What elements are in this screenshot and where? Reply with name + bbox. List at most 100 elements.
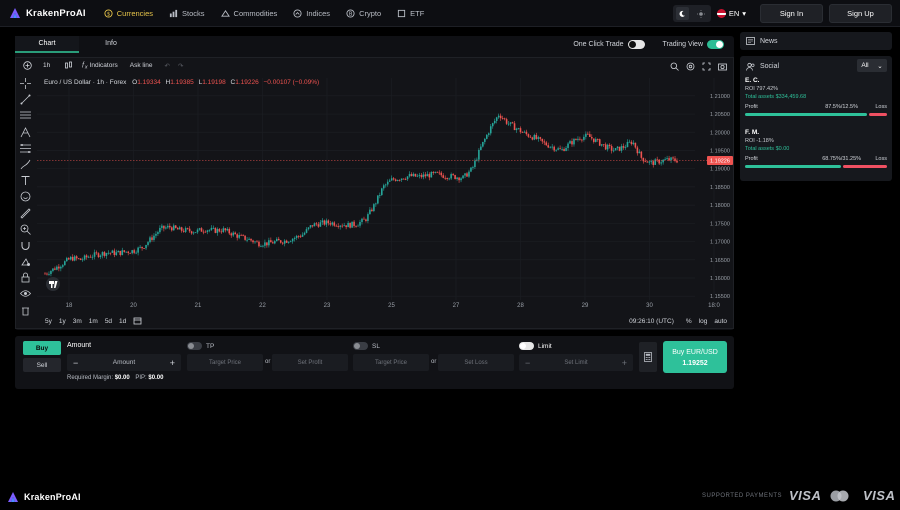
limit-stepper[interactable]: − Set Limit + bbox=[519, 354, 633, 371]
range-1d[interactable]: 1d bbox=[119, 318, 126, 325]
tab-chart[interactable]: Chart bbox=[15, 36, 79, 53]
redo-icon[interactable]: ↷ bbox=[178, 62, 183, 70]
nav-item-crypto[interactable]: B Crypto bbox=[346, 9, 381, 18]
toggle-switch[interactable] bbox=[187, 342, 202, 350]
trend-line-icon[interactable] bbox=[20, 94, 31, 105]
brand-logo[interactable]: KrakenProAI bbox=[8, 6, 86, 20]
candle-body bbox=[462, 175, 464, 179]
fullscreen-icon[interactable] bbox=[702, 62, 711, 70]
news-label: News bbox=[760, 37, 778, 45]
horizontal-lines-icon[interactable] bbox=[20, 110, 31, 121]
text-tool-icon[interactable] bbox=[20, 175, 31, 186]
indicators-button[interactable]: ƒx Indicators bbox=[81, 61, 118, 70]
candle-body bbox=[668, 158, 670, 161]
lock-icon[interactable] bbox=[20, 272, 31, 283]
tp-target-price-input[interactable]: Target Price bbox=[187, 354, 263, 371]
percent-scale-button[interactable]: % bbox=[686, 318, 692, 325]
minus-icon[interactable]: − bbox=[525, 358, 530, 368]
toggle-switch[interactable] bbox=[627, 40, 645, 49]
sign-up-button[interactable]: Sign Up bbox=[829, 4, 892, 23]
candle-body bbox=[640, 151, 643, 158]
set-profit-input[interactable]: Set Profit bbox=[272, 354, 348, 371]
toggle-switch[interactable] bbox=[353, 342, 368, 350]
tab-info[interactable]: Info bbox=[79, 36, 143, 53]
log-scale-button[interactable]: log bbox=[699, 318, 708, 325]
trash-icon[interactable] bbox=[20, 305, 31, 316]
interval-selector[interactable]: 1h bbox=[43, 62, 50, 69]
theme-toggle[interactable] bbox=[672, 5, 711, 22]
x-tick-label: 20 bbox=[130, 303, 137, 309]
minus-icon[interactable]: − bbox=[73, 358, 78, 368]
range-5d[interactable]: 5d bbox=[105, 318, 112, 325]
candle-body bbox=[139, 246, 141, 248]
candle-body bbox=[127, 251, 130, 253]
camera-icon[interactable] bbox=[718, 62, 727, 70]
undo-icon[interactable]: ↶ bbox=[165, 62, 170, 70]
plus-icon[interactable]: + bbox=[622, 358, 627, 368]
ruler-icon[interactable] bbox=[20, 207, 31, 219]
candle-body bbox=[484, 138, 486, 142]
magnet-icon[interactable] bbox=[20, 240, 31, 251]
nav-item-currencies[interactable]: $ Currencies bbox=[104, 9, 153, 18]
set-loss-input[interactable]: Set Loss bbox=[438, 354, 514, 371]
one-click-trade-toggle[interactable]: One Click Trade bbox=[573, 40, 645, 49]
add-symbol-icon[interactable] bbox=[23, 61, 32, 70]
sell-tab[interactable]: Sell bbox=[23, 358, 61, 372]
plus-icon[interactable]: + bbox=[170, 358, 175, 368]
candle-body bbox=[638, 151, 641, 154]
footer-logo[interactable]: KrakenProAI bbox=[6, 490, 81, 504]
trader-card[interactable]: E. C. ROI 797.42% Total assets $334,459.… bbox=[745, 77, 887, 116]
toggle-switch[interactable] bbox=[707, 40, 724, 49]
nav-item-stocks[interactable]: Stocks bbox=[169, 9, 205, 18]
settings-icon[interactable] bbox=[686, 62, 695, 70]
nav-item-commodities[interactable]: Commodities bbox=[220, 9, 277, 18]
emoji-icon[interactable] bbox=[20, 191, 31, 202]
search-icon[interactable] bbox=[670, 62, 679, 71]
pitchfork-icon[interactable] bbox=[20, 126, 31, 138]
ask-line-button[interactable]: Ask line bbox=[130, 62, 153, 69]
trading-view-toggle[interactable]: Trading View bbox=[663, 40, 724, 49]
nav-item-indices[interactable]: Indices bbox=[293, 9, 330, 18]
news-header[interactable]: News bbox=[740, 32, 892, 50]
sl-toggle[interactable]: SL bbox=[353, 342, 380, 350]
sign-in-button[interactable]: Sign In bbox=[760, 4, 823, 23]
candle-body bbox=[598, 139, 601, 146]
profit-bar bbox=[745, 165, 841, 168]
sun-icon[interactable] bbox=[695, 7, 708, 20]
fib-retracement-icon[interactable] bbox=[20, 143, 31, 154]
amount-stepper[interactable]: − Amount + bbox=[67, 354, 181, 371]
amount-input[interactable]: Amount bbox=[113, 359, 135, 366]
calculator-button[interactable] bbox=[639, 342, 657, 372]
calendar-icon[interactable] bbox=[133, 316, 142, 327]
candle-body bbox=[622, 146, 625, 148]
limit-toggle[interactable]: Limit bbox=[519, 342, 552, 350]
candles-icon[interactable] bbox=[64, 61, 73, 70]
toggle-switch[interactable] bbox=[519, 342, 534, 350]
top-navigation: KrakenProAI $ Currencies Stocks Commodit… bbox=[0, 0, 900, 27]
sl-target-price-input[interactable]: Target Price bbox=[353, 354, 429, 371]
candle-body bbox=[103, 252, 106, 256]
price-chart[interactable]: 1.21000 1.20500 1.20000 1.19500 1.19000 1.185… bbox=[37, 78, 734, 314]
candle-body bbox=[434, 171, 437, 173]
brush-icon[interactable] bbox=[20, 159, 31, 170]
zoom-in-icon[interactable] bbox=[20, 224, 31, 235]
eye-icon[interactable] bbox=[20, 288, 31, 299]
range-3m[interactable]: 3m bbox=[73, 318, 82, 325]
range-5y[interactable]: 5y bbox=[45, 318, 52, 325]
moon-icon[interactable] bbox=[675, 7, 689, 20]
social-filter-select[interactable]: All ⌄ bbox=[857, 59, 887, 72]
range-1y[interactable]: 1y bbox=[59, 318, 66, 325]
nav-item-etf[interactable]: ETF bbox=[397, 9, 424, 18]
lock-drawings-icon[interactable] bbox=[20, 256, 31, 267]
trader-card[interactable]: F. M. ROI -1.18% Total assets $0.00 Prof… bbox=[745, 129, 887, 168]
set-limit-input[interactable]: Set Limit bbox=[564, 360, 587, 366]
range-1m[interactable]: 1m bbox=[89, 318, 98, 325]
auto-scale-button[interactable]: auto bbox=[714, 318, 727, 325]
x-tick-label: 21 bbox=[195, 303, 202, 309]
crosshair-icon[interactable] bbox=[20, 78, 31, 89]
candle-body bbox=[67, 258, 70, 260]
buy-eurusd-button[interactable]: Buy EUR/USD 1.19252 bbox=[663, 341, 727, 373]
language-selector[interactable]: EN ▾ bbox=[716, 9, 746, 18]
tp-toggle[interactable]: TP bbox=[187, 342, 214, 350]
buy-tab[interactable]: Buy bbox=[23, 341, 61, 355]
